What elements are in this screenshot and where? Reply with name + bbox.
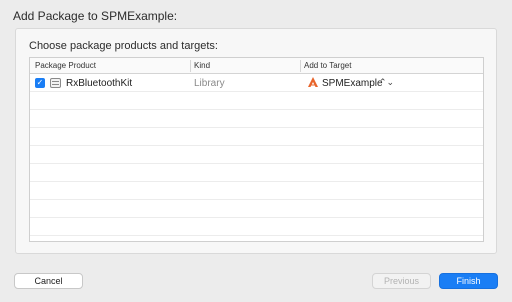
dialog-title: Add Package to SPMExample:: [13, 9, 178, 23]
column-separator: [190, 60, 191, 72]
product-kind: Library: [194, 78, 225, 89]
table-row-empty: [30, 182, 483, 200]
table-row-empty: [30, 146, 483, 164]
previous-button[interactable]: Previous: [372, 273, 431, 289]
include-checkbox[interactable]: ✓: [35, 78, 45, 88]
cancel-button[interactable]: Cancel: [14, 273, 83, 289]
table-row-empty: [30, 218, 483, 236]
table-header: Package Product Kind Add to Target: [30, 58, 483, 74]
target-popup[interactable]: SPMExample: [322, 78, 383, 89]
finish-button[interactable]: Finish: [439, 273, 498, 289]
column-header-target[interactable]: Add to Target: [304, 61, 351, 70]
products-panel: Choose package products and targets: Pac…: [15, 28, 497, 254]
table-row[interactable]: ✓ RxBluetoothKit Library SPMExample ⌃⌄: [30, 74, 483, 92]
table-row-empty: [30, 200, 483, 218]
column-header-product[interactable]: Package Product: [35, 61, 96, 70]
table-row-empty: [30, 164, 483, 182]
column-separator: [300, 60, 301, 72]
table-row-empty: [30, 110, 483, 128]
add-package-dialog: Add Package to SPMExample: Choose packag…: [0, 0, 512, 302]
popup-stepper-icon[interactable]: ⌃⌄: [379, 77, 394, 88]
product-name: RxBluetoothKit: [66, 78, 133, 89]
table-row-empty: [30, 236, 483, 241]
products-table: Package Product Kind Add to Target ✓ RxB…: [29, 57, 484, 242]
table-row-empty: [30, 128, 483, 146]
panel-heading: Choose package products and targets:: [29, 40, 218, 52]
column-header-kind[interactable]: Kind: [194, 61, 210, 70]
swift-icon: [308, 77, 318, 87]
table-row-empty: [30, 92, 483, 110]
package-icon: [50, 78, 61, 88]
